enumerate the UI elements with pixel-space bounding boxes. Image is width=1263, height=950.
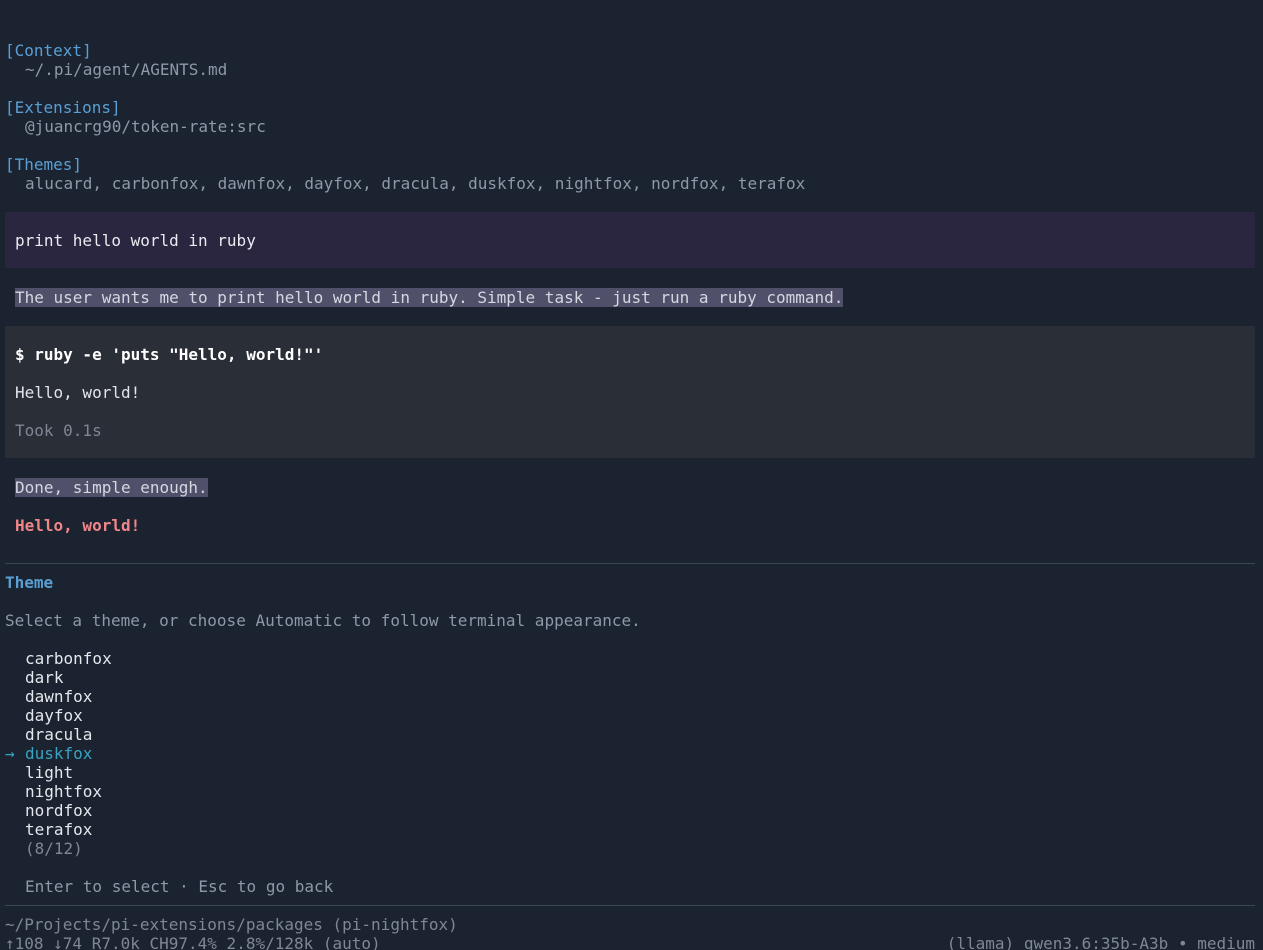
status-model: (llama) qwen3.6:35b-A3b • medium: [946, 934, 1255, 950]
divider-top: [5, 563, 1255, 564]
themes-list: alucard, carbonfox, dawnfox, dayfox, dra…: [25, 174, 806, 193]
theme-option-duskfox[interactable]: duskfox: [25, 744, 92, 763]
theme-count: (8/12): [25, 839, 83, 858]
theme-option-nightfox[interactable]: nightfox: [25, 782, 102, 801]
theme-picker-hint: Enter to select · Esc to go back: [25, 877, 334, 896]
theme-option-dawnfox[interactable]: dawnfox: [25, 687, 92, 706]
theme-picker-subtitle: Select a theme, or choose Automatic to f…: [5, 611, 641, 630]
theme-option-terafox[interactable]: terafox: [25, 820, 92, 839]
theme-option-dayfox[interactable]: dayfox: [25, 706, 83, 725]
thinking-block-2: Done, simple enough.: [15, 478, 208, 497]
status-cwd: ~/Projects/pi-extensions/packages (pi-ni…: [5, 915, 458, 934]
theme-option-light[interactable]: light: [25, 763, 73, 782]
context-item: ~/.pi/agent/AGENTS.md: [25, 60, 228, 79]
divider-bottom: [5, 905, 1255, 906]
theme-picker-title: Theme: [5, 573, 54, 592]
thinking-text-2: Done, simple enough.: [15, 478, 208, 497]
extensions-header: [Extensions]: [5, 98, 121, 117]
tool-duration: Took 0.1s: [15, 421, 102, 440]
context-header: [Context]: [5, 41, 92, 60]
status-stats: ↑108 ↓74 R7.0k CH97.4% 2.8%/128k (auto): [5, 934, 381, 950]
assistant-reply: Hello, world!: [15, 516, 141, 535]
thinking-block-1: The user wants me to print hello world i…: [15, 288, 844, 307]
selection-arrow-icon: →: [5, 744, 15, 763]
theme-option-carbonfox[interactable]: carbonfox: [25, 649, 112, 668]
themes-header: [Themes]: [5, 155, 83, 174]
tool-command: $ ruby -e 'puts "Hello, world!"': [15, 345, 324, 364]
theme-option-dark[interactable]: dark: [25, 668, 64, 687]
theme-option-dracula[interactable]: dracula: [25, 725, 92, 744]
tool-output: Hello, world!: [15, 383, 141, 402]
theme-option-nordfox[interactable]: nordfox: [25, 801, 92, 820]
thinking-text-1: The user wants me to print hello world i…: [15, 288, 844, 307]
user-message: print hello world in ruby: [15, 231, 256, 250]
extensions-item: @juancrg90/token-rate:src: [25, 117, 266, 136]
